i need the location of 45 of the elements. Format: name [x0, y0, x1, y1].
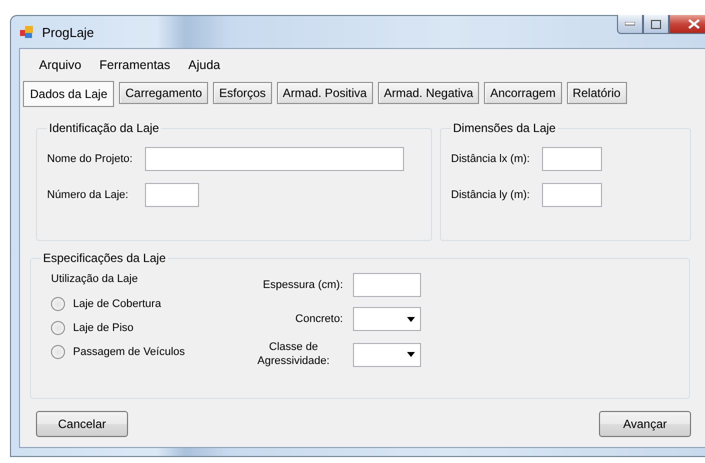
menu-item[interactable]: Ferramentas: [90, 56, 180, 74]
field-label: Distância ly (m):: [451, 189, 530, 201]
maximize-icon: [651, 20, 661, 28]
radio-option[interactable]: Laje de Piso: [51, 321, 241, 335]
maximize-button[interactable]: [643, 15, 669, 34]
text-field[interactable]: [144, 183, 199, 207]
radio-option[interactable]: Laje de Cobertura: [51, 297, 241, 311]
text-field[interactable]: [542, 183, 602, 207]
field-label: Distância lx (m):: [451, 153, 530, 165]
dropdown[interactable]: [353, 342, 421, 367]
tab[interactable]: Esforços: [213, 82, 272, 104]
close-icon: [688, 19, 700, 29]
minimize-icon: [625, 22, 635, 26]
tab[interactable]: Relatório: [566, 82, 627, 104]
group-title: Especificações da Laje: [42, 251, 167, 265]
menu-item[interactable]: Ajuda: [179, 56, 230, 74]
radio-button[interactable]: [51, 321, 65, 335]
tab[interactable]: Dados da Laje: [23, 81, 114, 107]
tab[interactable]: Carregamento: [119, 82, 208, 104]
dialog-button[interactable]: Avançar: [599, 411, 691, 437]
tab[interactable]: Armad. Positiva: [276, 82, 373, 104]
field-label: Número da Laje:: [47, 189, 130, 201]
field-label: Classe de Agressividade:: [256, 341, 331, 368]
app-icon: [19, 24, 35, 40]
dialog-button[interactable]: Cancelar: [36, 411, 128, 437]
radio-button[interactable]: [51, 297, 65, 311]
section-label: Utilização da Laje: [51, 273, 139, 285]
text-field[interactable]: [542, 147, 602, 171]
minimize-button[interactable]: [617, 15, 643, 34]
group-title: Identificação da Laje: [48, 121, 160, 135]
group-title: Dimensões da Laje: [452, 121, 557, 135]
tab[interactable]: Ancorragem: [484, 82, 562, 104]
caret-icon: [407, 352, 415, 358]
radio-button[interactable]: [51, 345, 65, 359]
window-title: ProgLaje: [42, 24, 94, 40]
field-label: Nome do Projeto:: [47, 153, 133, 165]
radio-option[interactable]: Passagem de Veículos: [51, 345, 241, 359]
menu-item[interactable]: Arquivo: [30, 56, 90, 74]
tab[interactable]: Armad. Negativa: [378, 82, 480, 104]
field-label: Espessura (cm):: [262, 279, 344, 291]
text-field[interactable]: [144, 147, 404, 171]
text-field[interactable]: [353, 273, 421, 297]
caret-icon: [407, 316, 415, 322]
field-label: Concreto:: [294, 313, 344, 325]
dropdown[interactable]: [353, 307, 421, 331]
